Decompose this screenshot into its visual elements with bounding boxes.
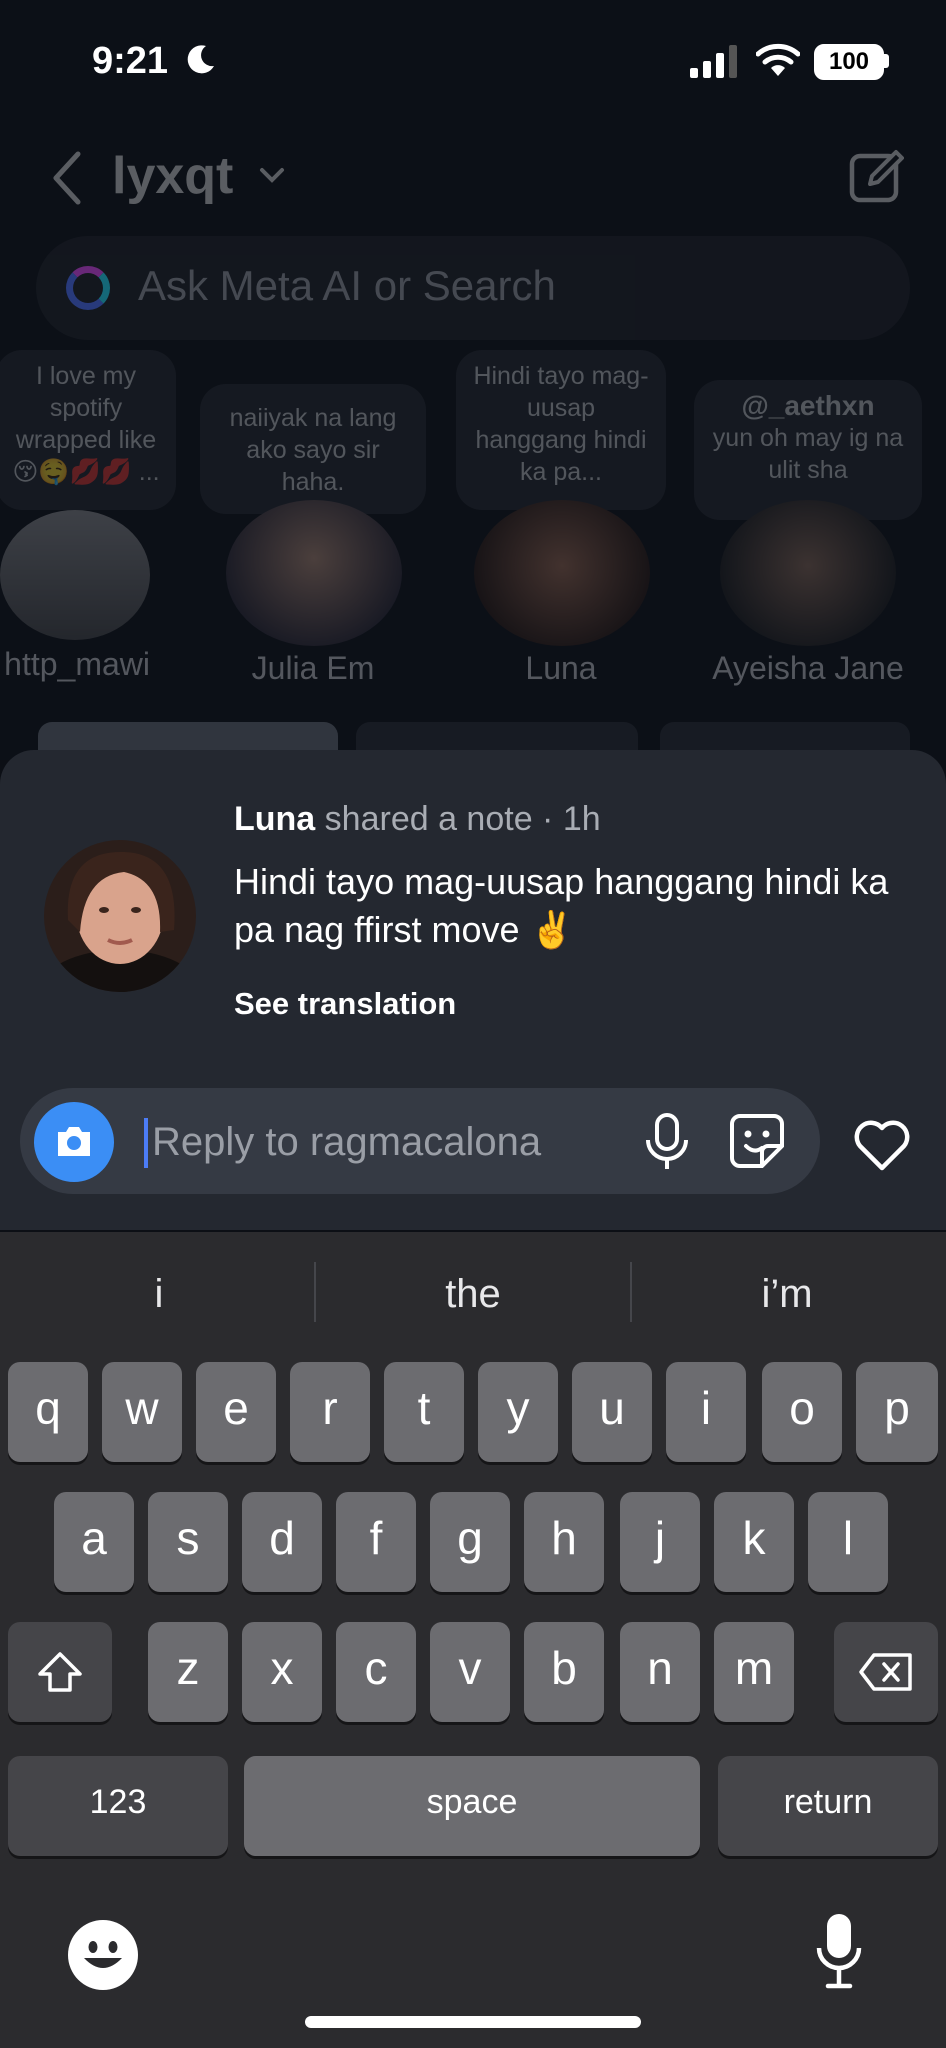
battery-nub <box>884 54 889 68</box>
emoji-keyboard-icon[interactable] <box>68 1920 138 1990</box>
key-b[interactable]: b <box>524 1622 604 1722</box>
clock: 9:21 <box>92 40 169 82</box>
key-e[interactable]: e <box>196 1362 276 1462</box>
author-avatar[interactable] <box>44 840 196 992</box>
reply-composer <box>20 1088 820 1194</box>
story-name: Ayeisha Jane <box>712 650 904 686</box>
space-key[interactable]: space <box>244 1756 700 1856</box>
camera-icon <box>58 1127 90 1156</box>
note-bubble: naiiyak na lang ako sayo sir haha. <box>200 384 426 514</box>
suggestion-3[interactable]: i’m <box>632 1272 942 1317</box>
compose-icon[interactable] <box>848 148 906 206</box>
avatar <box>474 500 650 646</box>
avatar <box>0 510 150 640</box>
key-s[interactable]: s <box>148 1492 228 1592</box>
dictation-mic-icon[interactable] <box>816 1912 862 1992</box>
note-item[interactable]: Hindi tayo mag-uusap hanggang hindi ka p… <box>456 350 666 686</box>
shift-arrow-icon <box>38 1652 82 1692</box>
text-cursor <box>144 1118 148 1168</box>
focus-moon-icon <box>187 45 214 74</box>
backspace-icon <box>859 1653 912 1691</box>
key-v[interactable]: v <box>430 1622 510 1722</box>
key-g[interactable]: g <box>430 1492 510 1592</box>
note-content: Hindi tayo mag-uusap hanggang hindi ka p… <box>234 861 889 950</box>
key-y[interactable]: y <box>478 1362 558 1462</box>
key-f[interactable]: f <box>336 1492 416 1592</box>
suggestion-2[interactable]: the <box>318 1272 628 1317</box>
note-mention: @_aethxn <box>741 390 875 421</box>
story-name: Julia Em <box>251 650 375 686</box>
note-item[interactable]: naiiyak na lang ako sayo sir haha. Julia… <box>200 350 426 686</box>
key-r[interactable]: r <box>290 1362 370 1462</box>
numbers-key[interactable]: 123 <box>8 1756 228 1856</box>
key-j[interactable]: j <box>620 1492 700 1592</box>
battery-indicator: 100 <box>814 44 884 80</box>
key-t[interactable]: t <box>384 1362 464 1462</box>
camera-button[interactable] <box>34 1102 114 1182</box>
keyboard: i the i’m q w e r t y u i o p a s d f g … <box>0 1232 946 2048</box>
suggestion-1[interactable]: i <box>4 1272 314 1317</box>
status-bar: 9:21 100 <box>0 0 946 130</box>
delete-key[interactable] <box>834 1622 938 1722</box>
key-c[interactable]: c <box>336 1622 416 1722</box>
back-chevron-icon[interactable] <box>48 150 88 206</box>
key-a[interactable]: a <box>54 1492 134 1592</box>
inbox-background: 9:21 100 lyxqt Ask Meta AI or Search I l… <box>0 0 946 762</box>
emoji-face <box>84 1941 122 1968</box>
note-text: yun oh may ig na ulit sha <box>712 424 904 484</box>
avatar <box>226 500 402 646</box>
key-p[interactable]: p <box>856 1362 938 1462</box>
key-o[interactable]: o <box>762 1362 842 1462</box>
key-m[interactable]: m <box>714 1622 794 1722</box>
note-bubble: I love my spotify wrapped like 😚🤤💋💋 ... <box>0 350 176 510</box>
key-w[interactable]: w <box>102 1362 182 1462</box>
note-bubble: @_aethxn yun oh may ig na ulit sha <box>694 380 922 520</box>
search-bar[interactable]: Ask Meta AI or Search <box>36 236 910 340</box>
suggestion-divider <box>314 1262 316 1322</box>
inbox-header: lyxqt <box>0 140 946 220</box>
wifi-icon <box>756 43 800 76</box>
key-u[interactable]: u <box>572 1362 652 1462</box>
heart-icon[interactable] <box>852 1118 912 1172</box>
key-q[interactable]: q <box>8 1362 88 1462</box>
story-name: http_mawi <box>4 646 150 682</box>
note-bubble: Hindi tayo mag-uusap hanggang hindi ka p… <box>456 350 666 510</box>
notes-tray: I love my spotify wrapped like 😚🤤💋💋 ... … <box>0 350 946 690</box>
return-key[interactable]: return <box>718 1756 938 1856</box>
meta-ai-icon <box>66 266 110 310</box>
note-author[interactable]: Luna <box>234 800 315 838</box>
key-d[interactable]: d <box>242 1492 322 1592</box>
profile-photo <box>44 840 196 992</box>
microphone-icon[interactable] <box>642 1112 692 1172</box>
chevron-down-icon[interactable] <box>258 164 286 188</box>
note-timestamp: shared a note · 1h <box>324 800 601 838</box>
key-h[interactable]: h <box>524 1492 604 1592</box>
note-reply-sheet: Luna shared a note · 1h Hindi tayo mag-u… <box>0 750 946 1230</box>
account-username[interactable]: lyxqt <box>112 146 233 206</box>
search-placeholder: Ask Meta AI or Search <box>138 262 556 309</box>
key-i[interactable]: i <box>666 1362 746 1462</box>
see-translation-link[interactable]: See translation <box>234 986 456 1022</box>
key-k[interactable]: k <box>714 1492 794 1592</box>
note-meta: Luna shared a note · 1h <box>234 800 601 839</box>
reply-input[interactable] <box>150 1108 624 1176</box>
avatar <box>720 500 896 646</box>
home-indicator[interactable] <box>305 2016 641 2028</box>
shift-key[interactable] <box>8 1622 112 1722</box>
note-item[interactable]: I love my spotify wrapped like 😚🤤💋💋 ... … <box>0 350 176 682</box>
key-l[interactable]: l <box>808 1492 888 1592</box>
story-name: Luna <box>525 650 597 686</box>
cellular-signal-icon <box>690 45 737 78</box>
note-item[interactable]: @_aethxn yun oh may ig na ulit sha Ayeis… <box>694 350 922 686</box>
key-x[interactable]: x <box>242 1622 322 1722</box>
sticker-icon[interactable] <box>726 1110 788 1172</box>
key-z[interactable]: z <box>148 1622 228 1722</box>
key-n[interactable]: n <box>620 1622 700 1722</box>
